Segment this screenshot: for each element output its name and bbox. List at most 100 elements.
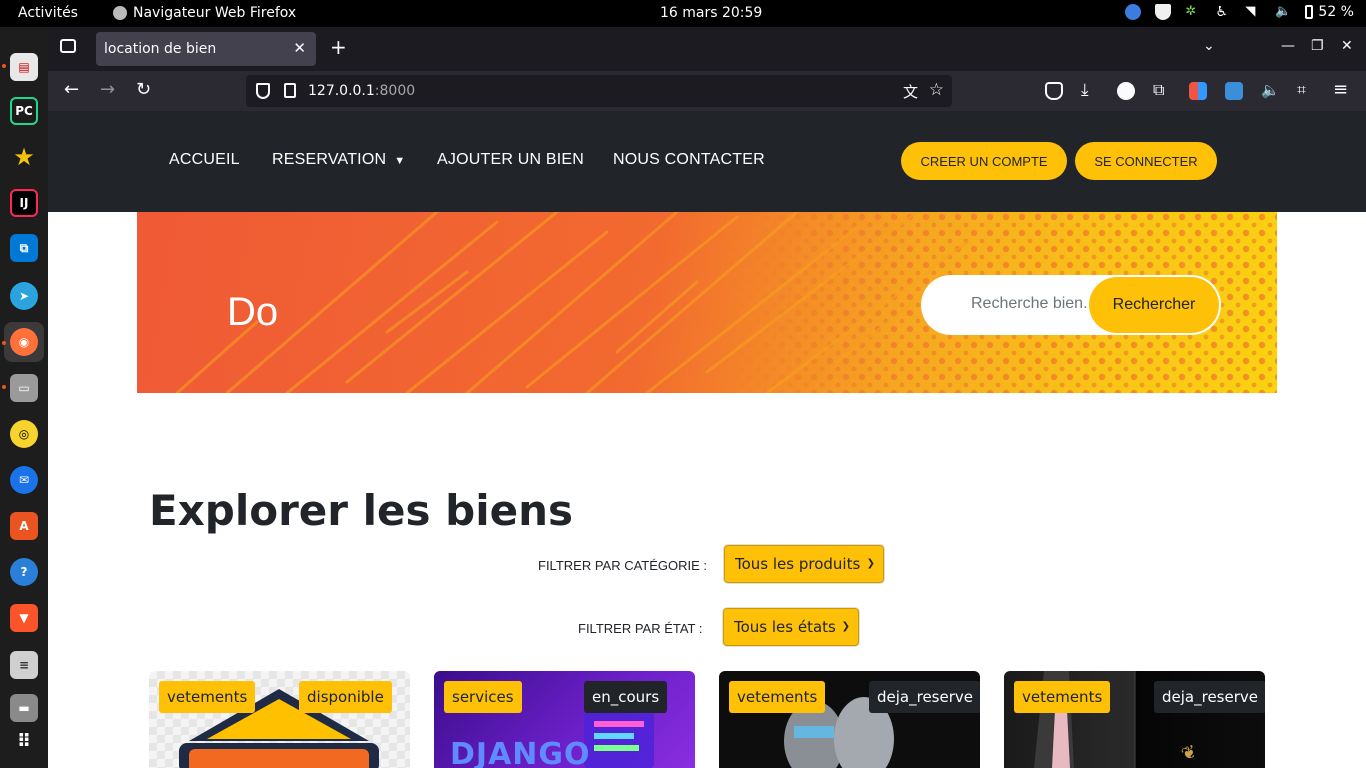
site-header: ACCUEIL RESERVATION ▼ AJOUTER UN BIEN NOU… <box>48 111 1366 212</box>
firefox-icon <box>113 6 127 20</box>
back-icon[interactable]: ← <box>64 80 79 100</box>
app-menu[interactable]: Navigateur Web Firefox <box>113 5 296 21</box>
running-indicator <box>2 341 6 345</box>
category-badge: services <box>444 681 522 713</box>
url-bar[interactable]: 127.0.0.1:8000 文 ☆ <box>246 75 952 107</box>
running-indicator <box>2 385 6 389</box>
text-editor-icon[interactable]: ≡ <box>10 651 38 679</box>
category-badge: vetements <box>1014 681 1111 713</box>
software-store-icon[interactable]: A <box>10 512 38 540</box>
url-text[interactable]: 127.0.0.1:8000 <box>308 83 415 99</box>
close-tab-icon[interactable]: ✕ <box>293 39 306 57</box>
close-window-icon[interactable]: ✕ <box>1341 38 1353 54</box>
accessibility-icon[interactable]: ♿ <box>1215 4 1231 20</box>
nav-contact[interactable]: NOUS CONTACTER <box>613 151 765 169</box>
drive-icon[interactable]: ▬ <box>10 694 38 722</box>
new-tab-icon[interactable]: + <box>330 35 347 59</box>
search-form: Recherche bien... Rechercher <box>921 275 1221 335</box>
state-badge: deja_reserve <box>869 681 980 713</box>
tracking-shield-icon[interactable] <box>256 83 270 99</box>
section-title: Explorer les biens <box>149 486 573 535</box>
telegram-icon[interactable]: ➤ <box>10 282 38 310</box>
clock[interactable]: 16 mars 20:59 <box>660 5 762 21</box>
wifi-icon[interactable]: ◥ <box>1245 4 1261 20</box>
filter-category-value: Tous les produits <box>735 555 861 573</box>
chevron-down-icon: ❯ <box>841 621 850 632</box>
pycharm-icon[interactable]: PC <box>10 97 38 125</box>
help-icon[interactable]: ? <box>10 558 38 586</box>
extensions-icon[interactable]: ⧉ <box>1153 80 1164 100</box>
filter-category-label: FILTRER PAR CATÉGORIE : <box>538 558 708 573</box>
pocket-icon[interactable] <box>1045 82 1063 100</box>
filter-state-select[interactable]: Tous les états ❯ <box>723 608 859 646</box>
running-indicator <box>2 64 6 68</box>
rhythmbox-icon[interactable]: ◎ <box>10 420 38 448</box>
app-name-label: Navigateur Web Firefox <box>133 5 297 21</box>
volume-icon[interactable]: 🔈 <box>1275 4 1291 20</box>
restore-icon[interactable]: ❐ <box>1311 38 1324 54</box>
battery-icon <box>1305 5 1314 19</box>
login-button[interactable]: SE CONNECTER <box>1075 142 1217 180</box>
network-app-icon[interactable]: ✲ <box>1185 4 1201 20</box>
minimize-icon[interactable]: — <box>1281 38 1295 54</box>
vscode-icon[interactable]: ⧉ <box>10 234 38 262</box>
files-icon[interactable]: ▭ <box>10 374 38 402</box>
page-info-icon[interactable] <box>284 83 296 98</box>
translate-icon[interactable]: 文 <box>903 81 918 102</box>
register-button[interactable]: CREER UN COMPTE <box>901 142 1067 180</box>
chevron-down-icon[interactable]: ⌄ <box>1203 38 1215 54</box>
tab-title: location de bien <box>104 41 217 57</box>
forward-icon[interactable]: → <box>100 80 115 100</box>
downloads-icon[interactable]: ⤓ <box>1081 80 1089 100</box>
notification-icon[interactable] <box>1125 4 1142 20</box>
nav-reservation[interactable]: RESERVATION ▼ <box>272 151 405 169</box>
product-card[interactable]: ❦ vetements deja_reserve <box>1004 671 1265 768</box>
category-badge: vetements <box>729 681 826 713</box>
brave-icon[interactable]: ▼ <box>10 604 38 632</box>
system-tray[interactable]: ✲ ♿ ◥ 🔈 52 % <box>1125 4 1354 20</box>
firefox-dock-icon[interactable]: ◉ <box>10 328 38 356</box>
reload-icon[interactable]: ↻ <box>136 80 151 100</box>
search-input[interactable]: Recherche bien... <box>971 295 1089 313</box>
filter-category-select[interactable]: Tous les produits ❯ <box>724 545 884 583</box>
filter-state-label: FILTRER PAR ÉTAT : <box>578 621 703 636</box>
filter-state-value: Tous les états <box>734 618 836 636</box>
hero-banner: Do Recherche bien... Rechercher <box>137 212 1277 393</box>
category-badge: vetements <box>159 681 256 713</box>
sound-icon[interactable]: 🔈 <box>1261 80 1280 100</box>
hamburger-menu-icon[interactable]: ≡ <box>1333 80 1348 100</box>
battery-indicator[interactable]: 52 % <box>1305 4 1354 20</box>
product-card[interactable]: vetements disponible <box>149 671 410 768</box>
product-card[interactable]: vetements deja_reserve <box>719 671 980 768</box>
thunderbird-icon[interactable]: ✉ <box>10 466 38 494</box>
starred-app-icon[interactable]: ★ <box>10 143 38 171</box>
system-top-bar: Activités Navigateur Web Firefox 16 mars… <box>0 0 1366 27</box>
state-badge: en_cours <box>584 681 668 713</box>
battery-percent: 52 % <box>1318 4 1354 20</box>
crop-icon[interactable]: ⌗ <box>1297 80 1306 100</box>
browser-tab[interactable]: location de bien ✕ <box>96 32 316 66</box>
chevron-down-icon: ❯ <box>866 558 875 569</box>
chevron-down-icon: ▼ <box>394 155 406 167</box>
hero-heading: Do <box>227 290 279 334</box>
account-icon[interactable] <box>1117 82 1135 100</box>
shield-icon[interactable] <box>1155 4 1172 20</box>
firefox-view-icon[interactable] <box>60 39 76 53</box>
nav-reservation-label: RESERVATION <box>272 151 387 168</box>
svg-text:❦: ❦ <box>1179 741 1200 766</box>
nav-accueil[interactable]: ACCUEIL <box>169 151 240 169</box>
extension-a-icon[interactable] <box>1189 82 1207 100</box>
show-apps-icon[interactable]: ⠿ <box>10 727 38 755</box>
search-button[interactable]: Rechercher <box>1089 277 1219 333</box>
browser-tab-bar: location de bien ✕ + ⌄ — ❐ ✕ <box>48 27 1366 71</box>
product-card[interactable]: DJANGO services en_cours <box>434 671 695 768</box>
state-badge: deja_reserve <box>1154 681 1265 713</box>
state-badge: disponible <box>299 681 392 713</box>
nav-ajouter-bien[interactable]: AJOUTER UN BIEN <box>437 151 584 169</box>
activities-button[interactable]: Activités <box>18 5 78 21</box>
extension-b-icon[interactable] <box>1225 82 1243 100</box>
document-viewer-icon[interactable]: ▤ <box>10 53 38 81</box>
ubuntu-dock: ▤ PC ★ IJ ⧉ ➤ ◉ ▭ ◎ ✉ A ? ▼ ≡ ▬ ⠿ <box>0 27 48 768</box>
intellij-icon[interactable]: IJ <box>10 189 38 217</box>
bookmark-star-icon[interactable]: ☆ <box>929 80 944 100</box>
